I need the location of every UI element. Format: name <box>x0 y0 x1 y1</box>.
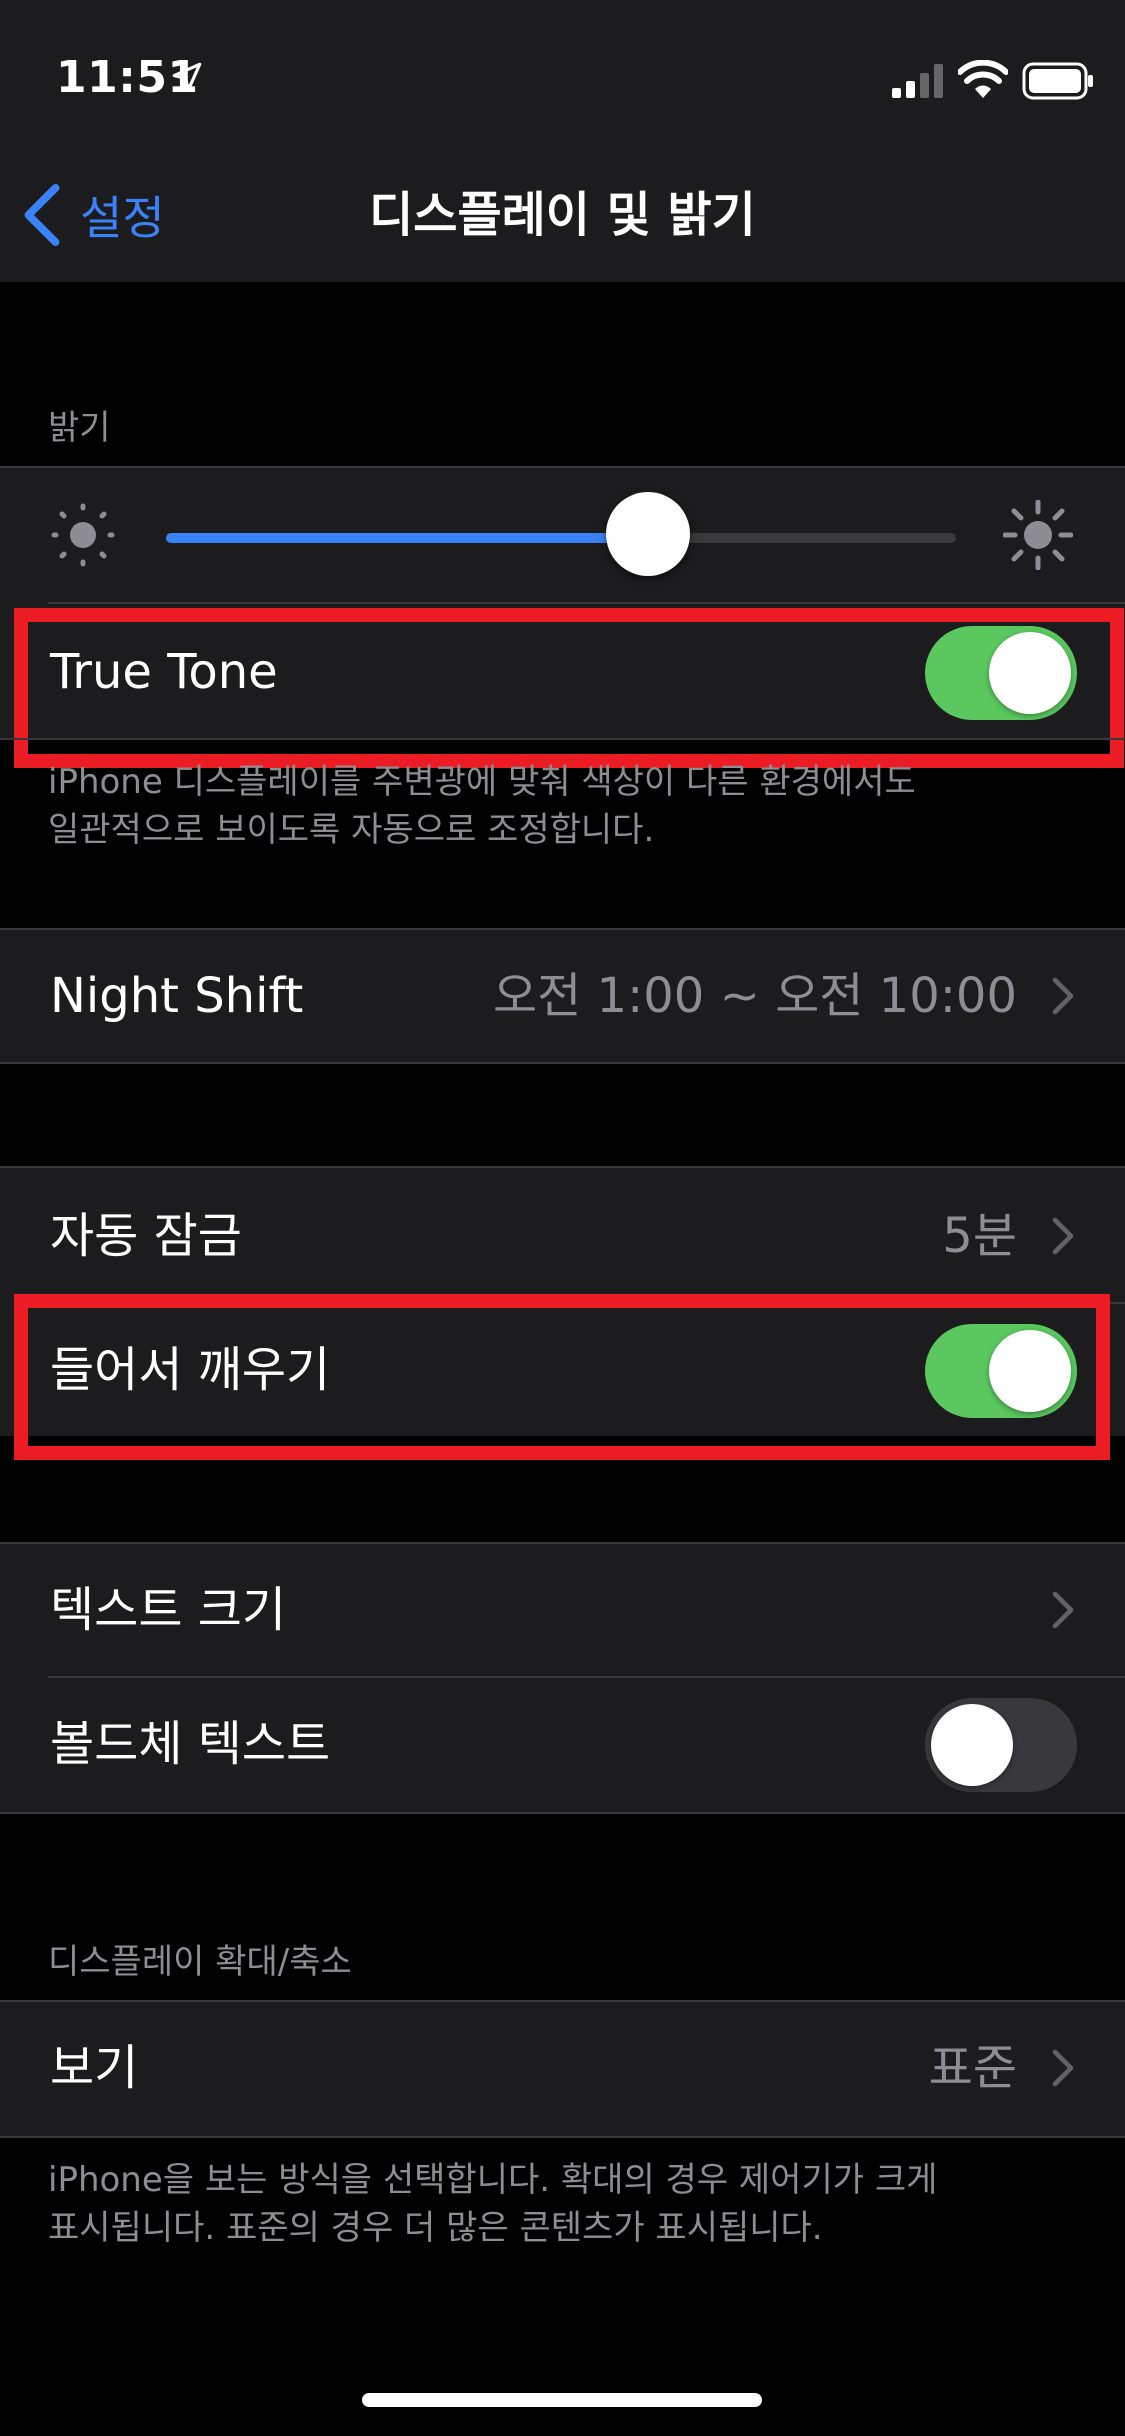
brightness-slider-fill <box>166 533 648 543</box>
auto-lock-value: 5분 <box>942 1208 1017 1264</box>
view-value: 표준 <box>928 2040 1017 2096</box>
highlight-box-true-tone <box>14 608 1124 768</box>
night-shift-label: Night Shift <box>50 968 304 1024</box>
wifi-icon <box>958 60 1008 98</box>
home-indicator[interactable] <box>362 2393 762 2407</box>
brightness-slider-thumb[interactable] <box>605 492 690 576</box>
display-zoom-description: iPhone을 보는 방식을 선택합니다. 확대의 경우 제어기가 크게 표시됩… <box>48 2160 938 2248</box>
night-shift-value: 오전 1:00 ~ 오전 10:00 <box>492 968 1017 1024</box>
chevron-right-icon <box>1052 2049 1074 2087</box>
text-size-label[interactable]: 텍스트 크기 <box>50 1580 286 1640</box>
divider <box>48 602 1125 604</box>
bold-text-label: 볼드체 텍스트 <box>50 1716 331 1772</box>
divider <box>0 2136 1125 2138</box>
divider <box>0 466 1125 468</box>
divider <box>0 1812 1125 1814</box>
chevron-right-icon <box>1052 1217 1074 1255</box>
cellular-signal-icon <box>892 64 943 98</box>
view-label: 보기 <box>50 2040 139 2096</box>
highlight-box-raise-to-wake <box>14 1294 1110 1460</box>
section-header-display-zoom: 디스플레이 확대/축소 <box>48 1942 352 1982</box>
battery-icon <box>1022 62 1093 100</box>
sun-large-icon <box>1003 500 1073 570</box>
location-arrow-icon <box>172 62 202 92</box>
chevron-right-icon <box>1052 1591 1074 1629</box>
sun-small-icon <box>51 503 115 567</box>
divider <box>0 1062 1125 1064</box>
auto-lock-label[interactable]: 자동 잠금 <box>50 1206 242 1266</box>
divider <box>0 738 1125 740</box>
true-tone-description: iPhone 디스플레이를 주변광에 맞춰 색상이 다른 환경에서도 일관적으로… <box>48 762 916 850</box>
toggle-knob <box>931 1704 1013 1786</box>
section-header-brightness: 밝기 <box>48 408 111 448</box>
bold-text-toggle[interactable] <box>925 1698 1077 1792</box>
page-title: 디스플레이 및 밝기 <box>369 187 756 243</box>
chevron-right-icon <box>1052 977 1074 1015</box>
divider <box>48 1676 1125 1678</box>
